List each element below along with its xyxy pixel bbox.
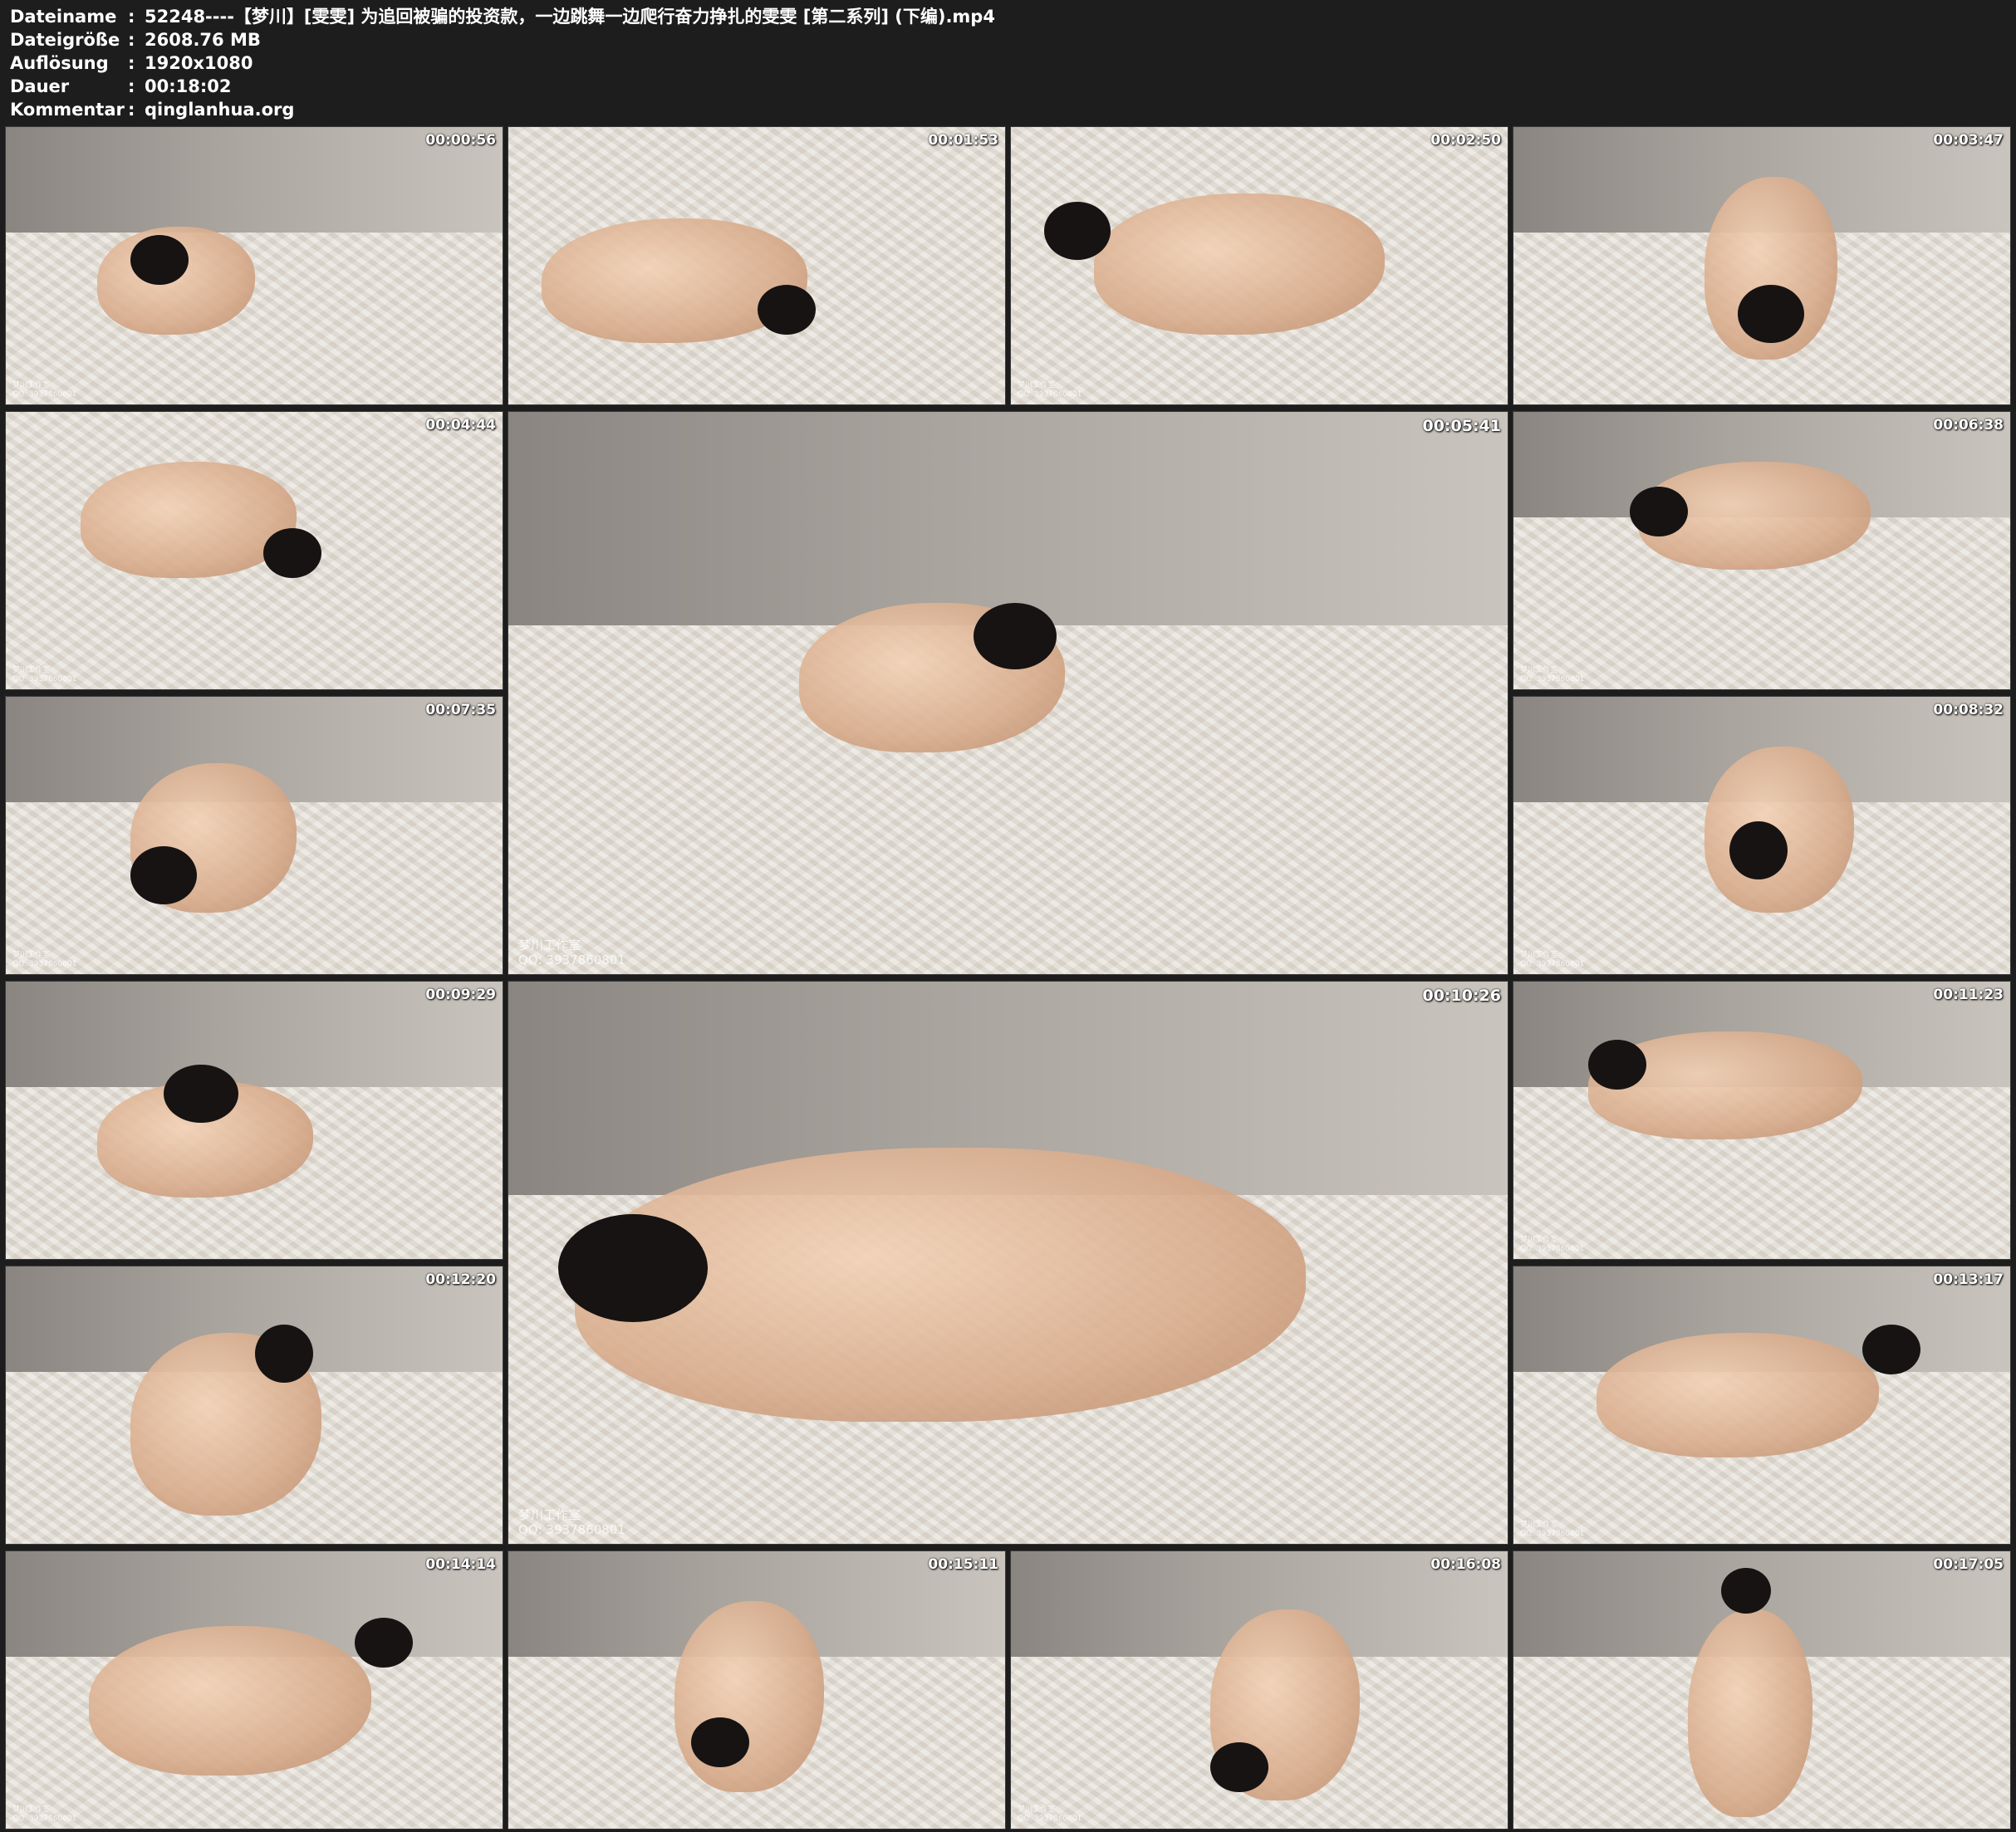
timestamp: 00:02:50 — [1430, 132, 1501, 149]
watermark: 梦川工作室 QQ: 3937860801 — [518, 938, 625, 967]
info-value-comment: qinglanhua.org — [145, 100, 295, 120]
watermark: 梦川工作室 QQ: 3937860801 — [1520, 1521, 1585, 1538]
hair-shape — [558, 1214, 708, 1322]
hair-shape — [1862, 1325, 1920, 1374]
thumbnail[interactable]: 00:13:17 梦川工作室 QQ: 3937860801 — [1513, 1266, 2011, 1545]
timestamp: 00:00:56 — [425, 132, 496, 149]
timestamp: 00:16:08 — [1430, 1556, 1501, 1573]
hair-shape — [974, 603, 1057, 669]
hair-shape — [255, 1325, 313, 1383]
info-separator: : — [128, 53, 135, 73]
info-value-filesize: 2608.76 MB — [145, 30, 261, 50]
info-separator: : — [128, 7, 135, 27]
timestamp: 00:15:11 — [928, 1556, 998, 1573]
file-info-panel: Dateiname : 52248----【梦川】[雯雯] 为追回被骗的投资款，… — [10, 5, 2004, 121]
info-separator: : — [128, 76, 135, 96]
hair-shape — [1721, 1568, 1771, 1614]
thumbnail[interactable]: 00:00:56 梦川工作室 QQ: 3937860801 — [5, 126, 503, 405]
hair-shape — [1588, 1040, 1646, 1090]
info-value-filename: 52248----【梦川】[雯雯] 为追回被骗的投资款，一边跳舞一边爬行奋力挣扎… — [145, 7, 995, 27]
watermark: 梦川工作室 QQ: 3937860801 — [518, 1507, 625, 1537]
watermark: 梦川工作室 QQ: 3937860801 — [1018, 381, 1082, 399]
hair-shape — [130, 235, 189, 285]
thumbnail[interactable]: 00:04:44 梦川工作室 QQ: 3937860801 — [5, 411, 503, 690]
thumbnail[interactable]: 00:15:11 — [508, 1550, 1006, 1830]
watermark: 梦川工作室 QQ: 3937860801 — [12, 381, 77, 399]
hair-shape — [263, 528, 321, 578]
thumbnail[interactable]: 00:01:53 — [508, 126, 1006, 405]
timestamp: 00:04:44 — [425, 417, 496, 434]
hair-shape — [1729, 821, 1788, 879]
hair-shape — [1210, 1742, 1268, 1792]
info-row-filename: Dateiname : 52248----【梦川】[雯雯] 为追回被骗的投资款，… — [10, 5, 2004, 28]
timestamp: 00:06:38 — [1933, 417, 2004, 434]
info-value-resolution: 1920x1080 — [145, 53, 253, 73]
hair-shape — [130, 846, 197, 904]
timestamp: 00:08:32 — [1933, 702, 2004, 718]
hair-shape — [164, 1065, 238, 1123]
watermark: 梦川工作室 QQ: 3937860801 — [12, 1805, 77, 1823]
hair-shape — [1044, 202, 1111, 260]
thumbnail[interactable]: 00:06:38 梦川工作室 QQ: 3937860801 — [1513, 411, 2011, 690]
hair-shape — [758, 285, 816, 335]
info-key: Dateigröße — [10, 30, 120, 50]
thumbnail-large[interactable]: 00:10:26 梦川工作室 QQ: 3937860801 — [508, 981, 1508, 1545]
timestamp: 00:10:26 — [1422, 987, 1501, 1005]
scene-floor — [6, 232, 503, 404]
info-row-filesize: Dateigröße : 2608.76 MB — [10, 28, 2004, 51]
figure-shape — [674, 1601, 824, 1792]
info-key: Dateiname — [10, 7, 117, 27]
info-row-resolution: Auflösung : 1920x1080 — [10, 51, 2004, 75]
timestamp: 00:09:29 — [425, 987, 496, 1003]
thumbnail[interactable]: 00:03:47 — [1513, 126, 2011, 405]
info-key: Dauer — [10, 76, 70, 96]
timestamp: 00:05:41 — [1422, 417, 1501, 435]
thumbnail[interactable]: 00:14:14 梦川工作室 QQ: 3937860801 — [5, 1550, 503, 1830]
thumbnail-large[interactable]: 00:05:41 梦川工作室 QQ: 3937860801 — [508, 411, 1508, 975]
figure-shape — [1094, 193, 1385, 335]
timestamp: 00:11:23 — [1933, 987, 2004, 1003]
watermark: 梦川工作室 QQ: 3937860801 — [1018, 1805, 1082, 1823]
info-key: Kommentar — [10, 100, 125, 120]
scene-wall — [508, 412, 1508, 626]
thumbnail[interactable]: 00:02:50 梦川工作室 QQ: 3937860801 — [1010, 126, 1508, 405]
thumbnail-grid: 00:00:56 梦川工作室 QQ: 3937860801 00:01:53 00… — [5, 126, 2016, 1830]
info-separator: : — [128, 100, 135, 120]
watermark: 梦川工作室 QQ: 3937860801 — [1520, 951, 1585, 968]
thumbnail[interactable]: 00:16:08 梦川工作室 QQ: 3937860801 — [1010, 1550, 1508, 1830]
timestamp: 00:01:53 — [928, 132, 998, 149]
figure-shape — [1597, 1333, 1879, 1457]
info-row-duration: Dauer : 00:18:02 — [10, 75, 2004, 98]
thumbnail[interactable]: 00:12:20 — [5, 1266, 503, 1545]
watermark: 梦川工作室 QQ: 3937860801 — [1520, 1236, 1585, 1253]
timestamp: 00:13:17 — [1933, 1271, 2004, 1288]
info-separator: : — [128, 30, 135, 50]
thumbnail[interactable]: 00:07:35 梦川工作室 QQ: 3937860801 — [5, 696, 503, 975]
thumbnail[interactable]: 00:17:05 — [1513, 1550, 2011, 1830]
thumbnail[interactable]: 00:08:32 梦川工作室 QQ: 3937860801 — [1513, 696, 2011, 975]
timestamp: 00:07:35 — [425, 702, 496, 718]
thumbnail[interactable]: 00:09:29 — [5, 981, 503, 1260]
thumbnail[interactable]: 00:11:23 梦川工作室 QQ: 3937860801 — [1513, 981, 2011, 1260]
hair-shape — [691, 1717, 749, 1767]
figure-shape — [89, 1626, 371, 1776]
hair-shape — [1630, 487, 1688, 536]
info-row-comment: Kommentar : qinglanhua.org — [10, 98, 2004, 121]
watermark: 梦川工作室 QQ: 3937860801 — [1520, 666, 1585, 683]
timestamp: 00:17:05 — [1933, 1556, 2004, 1573]
figure-shape — [1688, 1609, 1812, 1817]
info-key: Auflösung — [10, 53, 109, 73]
watermark: 梦川工作室 QQ: 3937860801 — [12, 666, 77, 683]
timestamp: 00:12:20 — [425, 1271, 496, 1288]
hair-shape — [1738, 285, 1804, 343]
timestamp: 00:14:14 — [425, 1556, 496, 1573]
watermark: 梦川工作室 QQ: 3937860801 — [12, 951, 77, 968]
timestamp: 00:03:47 — [1933, 132, 2004, 149]
info-value-duration: 00:18:02 — [145, 76, 232, 96]
hair-shape — [355, 1618, 413, 1668]
